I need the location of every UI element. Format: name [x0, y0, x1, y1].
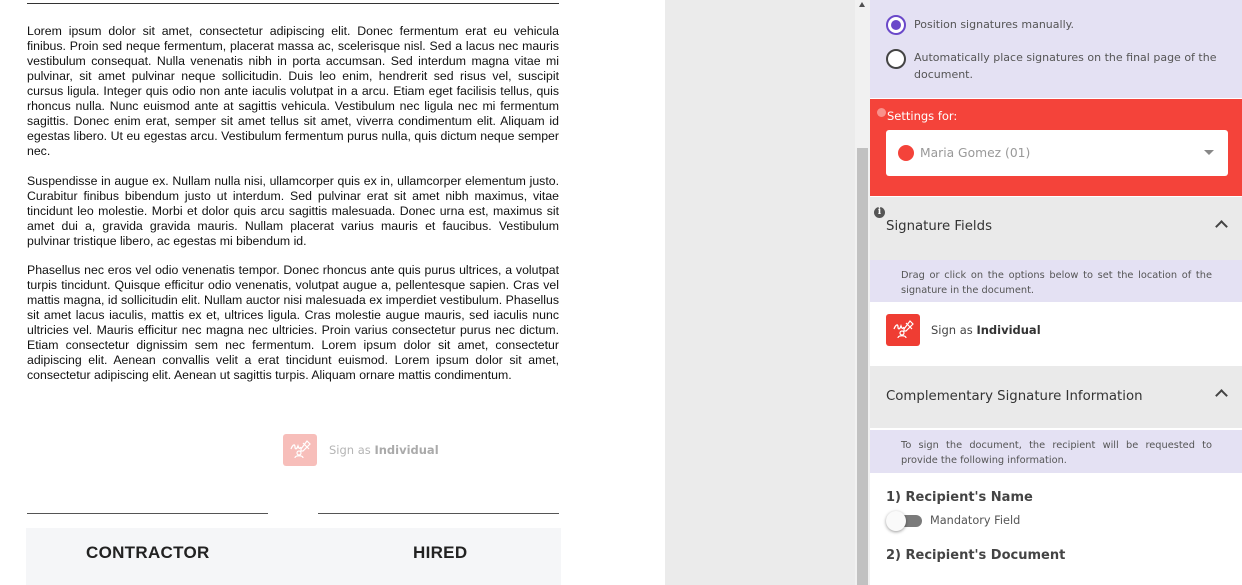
chevron-up-icon[interactable] — [1215, 389, 1228, 402]
signature-fields-title: Signature Fields — [886, 219, 992, 234]
signature-fields-description: Drag or click on the options below to se… — [870, 260, 1242, 302]
role-contractor-label: CONTRACTOR — [86, 543, 210, 562]
mandatory-field-toggle[interactable] — [886, 511, 922, 531]
complementary-info-description: To sign the document, the recipient will… — [870, 430, 1242, 473]
position-manually-label: Position signatures manually. — [914, 18, 1075, 31]
signature-fields-header[interactable]: i Signature Fields — [870, 197, 1242, 260]
panel-scrollbar[interactable] — [855, 0, 870, 585]
signature-line-contractor — [27, 513, 268, 514]
sign-as-individual-option[interactable]: Sign as Individual — [886, 314, 1041, 346]
placed-signature-label: Sign as Individual — [329, 443, 439, 457]
document-paragraph: Phasellus nec eros vel odio venenatis te… — [27, 263, 559, 382]
mandatory-field-row: Mandatory Field — [886, 511, 1021, 531]
complementary-info-title: Complementary Signature Information — [886, 389, 1143, 404]
signature-icon — [886, 314, 920, 346]
complementary-info-header[interactable]: Complementary Signature Information — [870, 366, 1242, 428]
recipient-select[interactable]: Maria Gomez (01) — [886, 130, 1228, 176]
role-hired-label: HIRED — [413, 543, 468, 562]
mandatory-field-label: Mandatory Field — [930, 513, 1021, 527]
position-automatic-label: Automatically place signatures on the fi… — [914, 51, 1217, 81]
toggle-knob — [886, 511, 906, 531]
scrollbar-thumb[interactable] — [857, 148, 868, 585]
recipient-select-value: Maria Gomez (01) — [920, 146, 1031, 160]
scroll-up-arrow-icon[interactable] — [859, 2, 865, 7]
signer-roles-box: CONTRACTOR HIRED — [26, 528, 561, 585]
radio-manual-selected[interactable] — [886, 15, 906, 35]
settings-hint-dot — [877, 108, 886, 117]
signature-line-hired — [318, 513, 559, 514]
settings-for-label: Settings for: — [887, 109, 958, 123]
sign-as-individual-label: Sign as Individual — [931, 323, 1041, 337]
chevron-down-icon — [1204, 150, 1214, 155]
placed-signature-field[interactable]: Sign as Individual — [283, 434, 439, 466]
position-manually-option[interactable]: Position signatures manually. — [886, 15, 1074, 35]
document-page: Lorem ipsum dolor sit amet, consectetur … — [0, 0, 665, 585]
recipient-name-title: 1) Recipient's Name — [886, 490, 1033, 505]
settings-for-section: Settings for: Maria Gomez (01) — [870, 99, 1242, 196]
document-paragraph: Lorem ipsum dolor sit amet, consectetur … — [27, 24, 559, 158]
position-automatic-option[interactable]: Automatically place signatures on the fi… — [886, 49, 1224, 83]
info-icon[interactable]: i — [874, 207, 885, 218]
document-paragraph: Suspendisse in augue ex. Nullam nulla ni… — [27, 174, 559, 248]
recipient-document-title: 2) Recipient's Document — [886, 548, 1066, 563]
radio-automatic[interactable] — [886, 49, 906, 69]
document-top-rule — [27, 3, 559, 4]
chevron-up-icon[interactable] — [1215, 220, 1228, 233]
signature-icon — [283, 434, 317, 466]
recipient-color-dot — [898, 145, 914, 161]
signature-settings-panel: Position signatures manually. Automatica… — [870, 0, 1242, 585]
position-options: Position signatures manually. Automatica… — [870, 0, 1242, 98]
